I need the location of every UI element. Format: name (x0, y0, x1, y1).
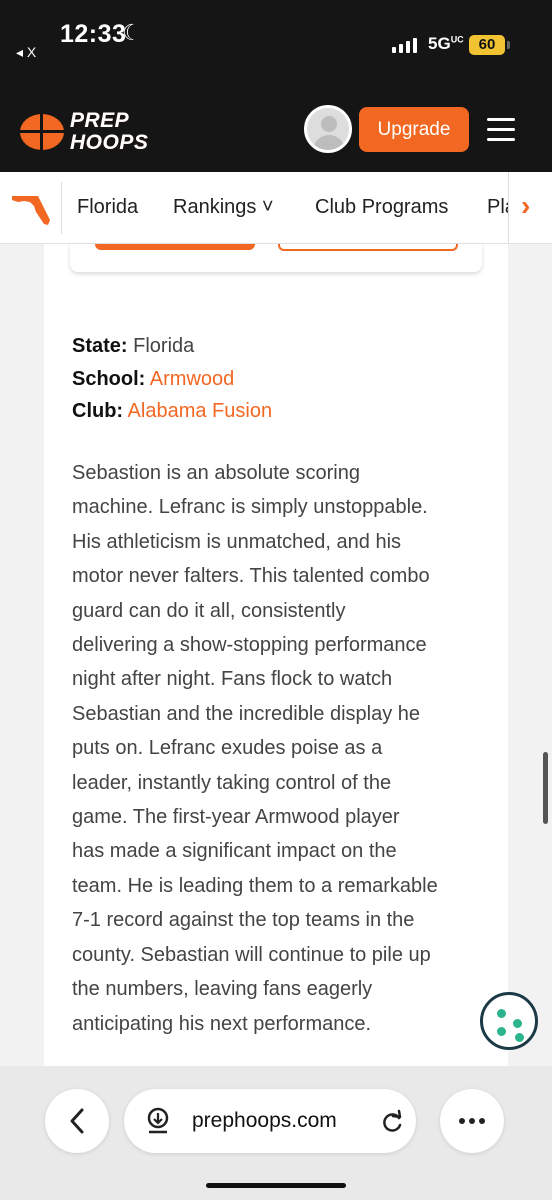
sub-navigation: Florida Rankings ˅ Club Programs Pla › (0, 172, 552, 244)
ellipsis-icon (459, 1118, 485, 1124)
club-link[interactable]: Alabama Fusion (128, 400, 273, 422)
more-options-button[interactable] (440, 1089, 504, 1153)
bio-line: night after night. Fans flock to watch (72, 668, 393, 691)
bio-line: leader, instantly taking control of the (72, 771, 392, 794)
prephoops-logo[interactable]: PREP HOOPS (20, 108, 148, 156)
bio-line: guard can do it all, consistently (72, 599, 346, 622)
nav-divider (61, 182, 62, 234)
bio-line: delivering a show-stopping performance (72, 634, 427, 657)
primary-action-button[interactable] (95, 244, 255, 250)
nav-item-club-programs[interactable]: Club Programs (315, 196, 448, 219)
moon-icon: ☾ (122, 20, 142, 45)
scrollbar[interactable] (543, 752, 548, 824)
status-bar: 12:33 ☾ ◂ X 5GUC 60 (0, 0, 552, 92)
school-link[interactable]: Armwood (150, 368, 234, 390)
nav-scroll-right-button[interactable]: › (508, 172, 552, 243)
url-text: prephoops.com (192, 1109, 337, 1132)
school-row: School: Armwood (72, 368, 234, 391)
back-to-app-link[interactable]: ◂ X (16, 44, 36, 61)
basketball-icon (20, 114, 64, 150)
state-label: State: (72, 335, 128, 357)
site-header: PREP HOOPS Upgrade (0, 92, 552, 172)
club-label: Club: (72, 400, 124, 422)
bio-line: Sebastion is an absolute scoring (72, 462, 360, 484)
avatar[interactable] (304, 105, 352, 153)
bio-line: anticipating his next performance. (72, 1012, 372, 1035)
bio-line: the numbers, leaving fans eagerly (72, 978, 373, 1001)
nav-item-rankings[interactable]: Rankings ˅ (173, 196, 274, 219)
logo-text: PREP HOOPS (70, 109, 149, 154)
state-value: Florida (133, 335, 195, 357)
bio-line: Sebastian and the incredible display he (72, 702, 421, 725)
state-row: State: Florida (72, 335, 194, 358)
bio-line: team. He is leading them to a remarkable (72, 874, 438, 897)
browser-back-button[interactable] (45, 1089, 109, 1153)
bio-line: game. The first-year Armwood player (72, 806, 400, 829)
club-row: Club: Alabama Fusion (72, 400, 272, 423)
player-bio: Sebastion is an absolute scoring machine… (72, 456, 492, 1041)
chevron-left-icon (70, 1108, 84, 1134)
nav-item-florida[interactable]: Florida (77, 196, 138, 219)
bio-line: His athleticism is unmatched, and his (72, 530, 402, 553)
upgrade-button[interactable]: Upgrade (359, 107, 469, 152)
download-icon[interactable] (144, 1107, 172, 1135)
reload-icon[interactable] (380, 1109, 404, 1135)
status-time: 12:33 (60, 20, 127, 48)
cookie-settings-icon[interactable] (480, 992, 538, 1050)
bio-line: 7-1 record against the top teams in the (72, 909, 415, 932)
battery-icon: 60 (469, 35, 505, 55)
network-indicator: 5GUC (428, 34, 464, 53)
home-indicator (206, 1183, 346, 1188)
florida-state-icon[interactable] (12, 192, 52, 226)
bio-line: motor never falters. This talented combo (72, 565, 430, 588)
address-bar[interactable]: prephoops.com (124, 1089, 416, 1153)
signal-icon (392, 37, 417, 53)
hamburger-menu-icon[interactable] (487, 118, 515, 142)
chevron-right-icon: › (521, 190, 531, 221)
bio-line: machine. Lefranc is simply unstoppable. (72, 496, 428, 519)
secondary-action-button[interactable] (278, 244, 458, 251)
bio-line: has made a significant impact on the (72, 840, 397, 863)
bio-line: puts on. Lefranc exudes poise as a (72, 737, 383, 760)
battery-tip (507, 41, 510, 49)
school-label: School: (72, 368, 146, 390)
bio-line: county. Sebastian will continue to pile … (72, 943, 431, 966)
